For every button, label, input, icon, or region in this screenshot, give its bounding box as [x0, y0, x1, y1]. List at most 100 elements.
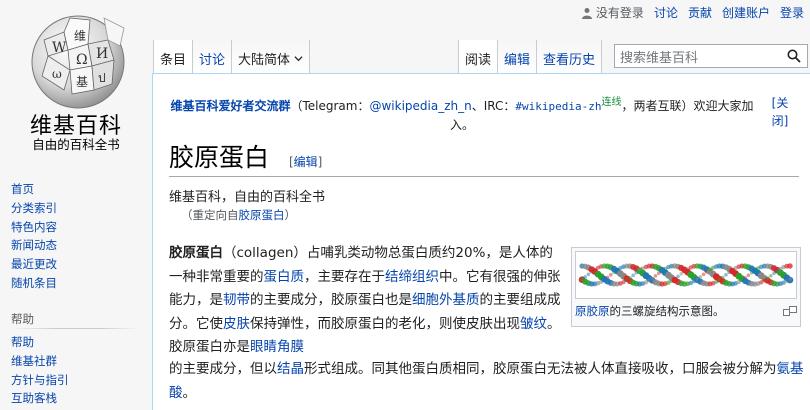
view-tabs: 阅读 编辑 查看历史 [458, 40, 603, 73]
page-title-text: 胶原蛋白 [169, 143, 270, 172]
sidebar-item-help[interactable]: 帮助 [11, 333, 69, 352]
create-account-link[interactable]: 创建账户 [722, 4, 770, 21]
wikipedia-globe-icon: W 维 Ω И ω 基 ป [31, 15, 125, 109]
redirect-suffix: ） [284, 208, 297, 222]
dismiss-notice-button[interactable]: [关闭] [768, 94, 792, 130]
thumbnail: 原胶原的三螺旋结构示意图。 [571, 247, 801, 327]
page-title: 胶原蛋白 [编辑] [169, 138, 799, 177]
sidebar-help-heading: 帮助 [11, 312, 34, 326]
search-placeholder: 搜索维基百科 [620, 50, 699, 66]
personal-talk-link[interactable]: 讨论 [654, 4, 678, 21]
helix-atom [724, 273, 728, 277]
sidebar-item-main-page[interactable]: 首页 [11, 180, 57, 199]
sidebar-help-navigation: 帮助 维基社群 方针与指引 互助客栈 [11, 333, 69, 408]
helix-atom [679, 272, 683, 276]
link-crystal[interactable]: 结晶 [277, 361, 304, 377]
tab-history[interactable]: 查看历史 [537, 40, 603, 73]
site-subtitle: 维基百科，自由的百科全书 [169, 190, 326, 205]
intro-text-8: 的主要成分，但以 [169, 361, 277, 377]
svg-text:Ω: Ω [76, 52, 88, 68]
site-notice: 维基百科爱好者交流群（Telegram：@wikipedia_zh_n、IRC：… [167, 94, 757, 134]
svg-text:ป: ป [98, 71, 106, 85]
redirect-notice: （重定向自胶原蛋白） [181, 207, 296, 223]
intro-text-2: ，主要存在于 [304, 268, 385, 285]
helix-atom [583, 275, 587, 279]
intro-text-10: 。 [182, 384, 197, 401]
svg-text:基: 基 [76, 75, 88, 89]
svg-text:ω: ω [52, 67, 62, 81]
title-edit-link[interactable]: 编辑 [294, 155, 318, 169]
variant-label: 大陆简体 [238, 53, 291, 68]
logo-tagline: 自由的百科全书 [32, 137, 120, 152]
site-logo[interactable]: W 维 Ω И ω 基 ป 维基百科 自由的百科全书 [0, 0, 152, 160]
not-logged-in-label: 没有登录 [595, 6, 644, 20]
tab-edit[interactable]: 编辑 [498, 40, 538, 73]
tab-article[interactable]: 条目 [153, 40, 194, 73]
telegram-link[interactable]: @wikipedia_zh_n [369, 99, 471, 113]
personal-contributions-link[interactable]: 贡献 [688, 4, 712, 21]
title-edit-section: [编辑] [288, 155, 323, 169]
link-ligament[interactable]: 韧带 [223, 292, 250, 308]
enlarge-icon[interactable] [783, 306, 797, 316]
thumbnail-image[interactable] [575, 251, 797, 299]
tab-read[interactable]: 阅读 [458, 40, 499, 73]
sidebar-item-random[interactable]: 随机条目 [11, 274, 57, 293]
sidebar-item-featured[interactable]: 特色内容 [11, 218, 57, 237]
link-connective-tissue[interactable]: 结缔组织 [385, 269, 439, 285]
helix-atom [701, 272, 706, 277]
intro-paragraph: 胶原蛋白（collagen）占哺乳类动物总蛋白质约20%，是人体的一种非常重要的… [169, 242, 564, 360]
notice-text-2: 、IRC： [471, 99, 516, 113]
intro-text-6: 保持弹性，而胶原蛋白的老化，则使皮肤出现 [250, 315, 520, 332]
intro-paragraph-continued: 的主要成分，但以结晶形式组成。同其他蛋白质相同，胶原蛋白无法被人体直接吸收，口服… [169, 358, 809, 405]
thumbnail-caption: 原胶原的三螺旋结构示意图。 [575, 303, 797, 319]
helix-atom [650, 276, 655, 281]
sidebar-item-category-index[interactable]: 分类索引 [11, 199, 57, 218]
svg-text:И: И [96, 46, 108, 62]
helix-atom [765, 276, 770, 281]
sidebar-item-village-pump[interactable]: 互助客栈 [11, 389, 69, 408]
svg-text:维: 维 [74, 29, 86, 43]
helix-atom [586, 272, 591, 277]
variant-dropdown[interactable]: 大陆简体 [232, 40, 311, 73]
intro-text-9: 形式组成。同其他蛋白质相同，胶原蛋白无法被人体直接吸收，口服会被分解为 [304, 361, 777, 377]
link-extracellular-matrix[interactable]: 细胞外基质 [412, 292, 480, 308]
intro-text-4: 的主要成分，胶原蛋白也是 [250, 292, 412, 308]
caption-text: 的三螺旋结构示意图。 [609, 304, 725, 318]
helix-atom [721, 275, 725, 280]
svg-text:W: W [52, 40, 67, 56]
helix-atom [628, 276, 632, 280]
login-link[interactable]: 登录 [780, 4, 804, 21]
sidebar-item-news[interactable]: 新闻动态 [11, 236, 57, 255]
namespace-tabs: 条目 讨论 大陆简体 [153, 40, 311, 73]
link-wrinkle[interactable]: 皱纹 [520, 316, 547, 332]
notice-group-link[interactable]: 维基百科爱好者交流群 [170, 99, 290, 113]
sidebar-navigation: 首页 分类索引 特色内容 新闻动态 最近更改 随机条目 [11, 180, 57, 293]
sidebar-item-policies[interactable]: 方针与指引 [11, 371, 69, 390]
bold-term: 胶原蛋白 [169, 245, 223, 261]
link-eye[interactable]: 眼睛 [250, 339, 277, 355]
helix-atom [631, 273, 635, 278]
content-area: 维基百科爱好者交流群（Telegram：@wikipedia_zh_n、IRC：… [152, 73, 810, 410]
tab-talk[interactable]: 讨论 [193, 40, 233, 73]
link-skin[interactable]: 皮肤 [223, 316, 250, 332]
search-input[interactable]: 搜索维基百科 [614, 44, 808, 68]
helix-atom [653, 274, 658, 278]
triple-helix-image [578, 263, 794, 287]
personal-tools: 没有登录 讨论 贡献 创建账户 登录 [581, 4, 804, 21]
irc-channel-link[interactable]: #wikipedia-zh [515, 100, 601, 113]
user-icon [581, 7, 592, 19]
irc-connect-link[interactable]: 连线 [602, 97, 622, 108]
redirect-source-link[interactable]: 胶原蛋白 [239, 208, 285, 222]
chevron-down-icon [294, 56, 303, 62]
sidebar-item-community[interactable]: 维基社群 [11, 352, 69, 371]
search-icon[interactable] [787, 49, 801, 63]
helix-atom [788, 277, 792, 281]
helix-atom [609, 273, 613, 277]
caption-procollagen-link[interactable]: 原胶原 [575, 304, 610, 318]
helix-atom [769, 274, 773, 278]
sidebar-item-recent-changes[interactable]: 最近更改 [11, 255, 57, 274]
helix-atom [787, 263, 793, 269]
link-protein[interactable]: 蛋白质 [264, 269, 305, 285]
notice-text-1: （Telegram： [290, 99, 370, 113]
link-cornea[interactable]: 角膜 [277, 339, 304, 355]
